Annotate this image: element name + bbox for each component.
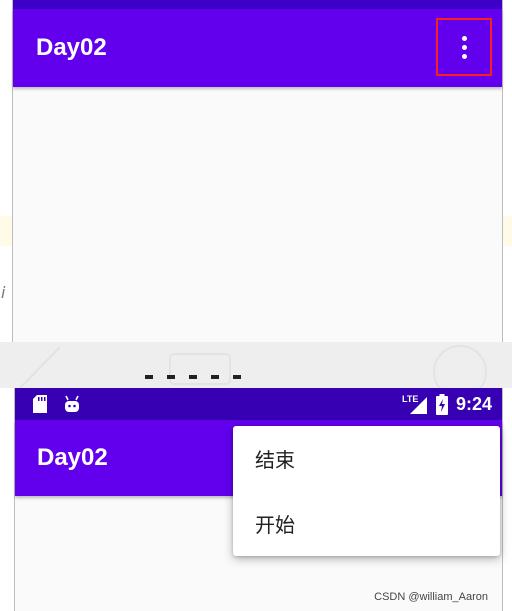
cropped-text-fragment: i — [1, 283, 6, 302]
overflow-popup-menu: 结束 开始 — [233, 426, 500, 556]
bottom-app-title: Day02 — [37, 444, 108, 471]
bottom-screenshot: LTE 9:24 Day02 结束 开始 CSDN @william_Aaron — [14, 388, 503, 611]
android-icon — [65, 395, 79, 412]
overflow-menu-button[interactable] — [436, 18, 492, 76]
menu-item-start[interactable]: 开始 — [233, 491, 500, 556]
svg-text:LTE: LTE — [402, 394, 418, 404]
menu-item-end[interactable]: 结束 — [233, 426, 500, 491]
battery-charging-icon — [435, 393, 448, 415]
watermark: CSDN @william_Aaron — [374, 591, 488, 603]
top-status-bar — [13, 0, 502, 9]
top-screenshot: Day02 — [12, 0, 503, 342]
status-time: 9:24 — [455, 393, 492, 414]
status-bar: LTE 9:24 — [15, 388, 502, 420]
sd-card-icon — [33, 395, 47, 413]
left-edge-highlight — [0, 216, 12, 246]
faint-background-shapes — [19, 345, 487, 388]
top-app-bar: Day02 — [13, 9, 502, 87]
more-vert-icon — [461, 35, 467, 59]
right-edge-highlight — [503, 216, 512, 246]
screenshot-divider — [0, 342, 512, 388]
signal-icon: LTE — [402, 394, 427, 414]
cropped-marks — [145, 375, 275, 381]
top-app-title: Day02 — [36, 34, 107, 61]
